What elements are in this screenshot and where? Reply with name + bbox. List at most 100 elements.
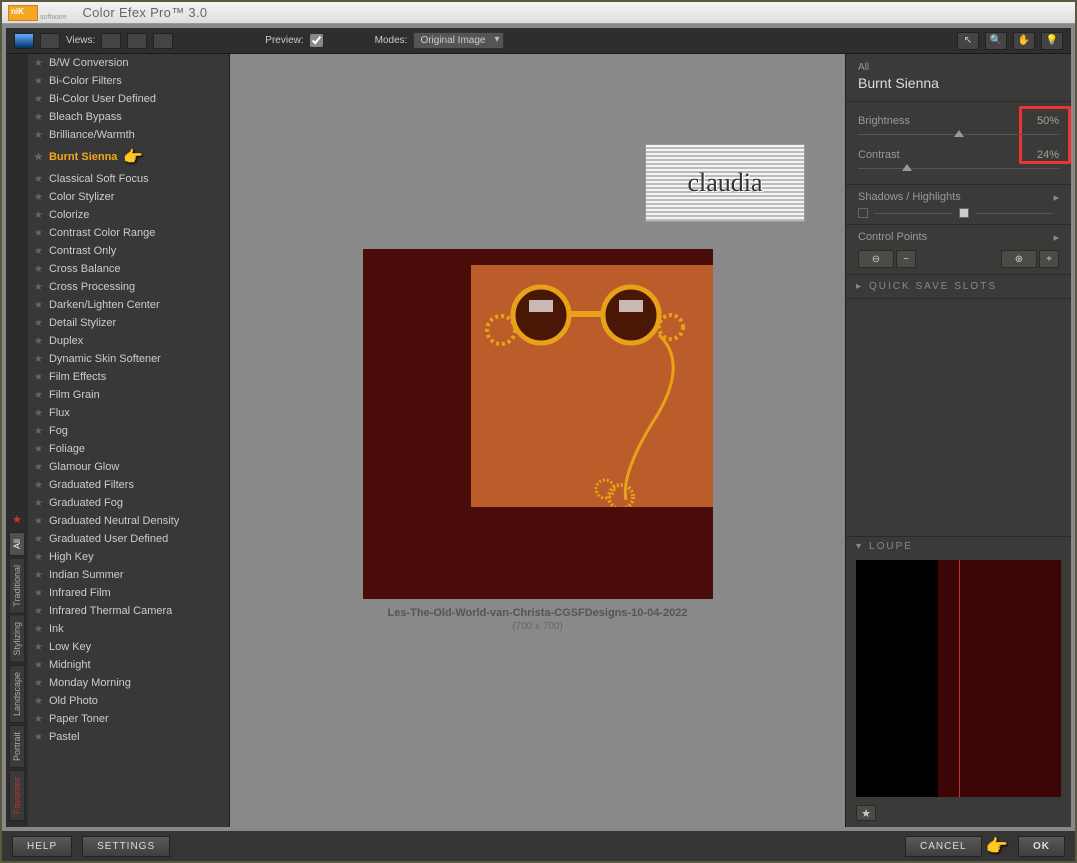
favorite-star-icon[interactable]: ★ (34, 174, 43, 185)
category-tab-portrait[interactable]: Portrait (9, 725, 25, 768)
shadows-checkbox[interactable] (858, 208, 868, 218)
filter-item[interactable]: ★Film Grain (28, 386, 229, 404)
filter-item[interactable]: ★Glamour Glow (28, 458, 229, 476)
shadows-highlights-section[interactable]: Shadows / Highlights▸ (846, 184, 1071, 224)
zoom-tool-icon[interactable]: 🔍 (985, 32, 1007, 50)
filter-item[interactable]: ★Bi-Color User Defined (28, 90, 229, 108)
filter-item[interactable]: ★Classical Soft Focus (28, 170, 229, 188)
favorite-star-icon[interactable]: ★ (34, 192, 43, 203)
favorite-star-icon[interactable]: ★ (34, 588, 43, 599)
favorite-star-icon[interactable]: ★ (34, 408, 43, 419)
favorite-star-icon[interactable]: ★ (34, 246, 43, 257)
favorite-star-icon[interactable]: ★ (34, 516, 43, 527)
favorite-star-icon[interactable]: ★ (34, 534, 43, 545)
favorite-star-icon[interactable]: ★ (34, 76, 43, 87)
favorite-star-icon[interactable]: ★ (34, 354, 43, 365)
favorite-star-icon[interactable]: ★ (34, 660, 43, 671)
filter-item[interactable]: ★Darken/Lighten Center (28, 296, 229, 314)
favorite-star-icon[interactable]: ★ (34, 336, 43, 347)
favorite-star-icon[interactable]: ★ (34, 228, 43, 239)
filter-item[interactable]: ★Bi-Color Filters (28, 72, 229, 90)
filter-item[interactable]: ★Graduated Fog (28, 494, 229, 512)
filter-item[interactable]: ★Pastel (28, 728, 229, 746)
filter-list[interactable]: ★B/W Conversion★Bi-Color Filters★Bi-Colo… (28, 54, 230, 827)
filter-item[interactable]: ★Infrared Thermal Camera (28, 602, 229, 620)
filter-item[interactable]: ★Midnight (28, 656, 229, 674)
favorite-star-icon[interactable]: ★ (34, 642, 43, 653)
favorite-star-icon[interactable]: ★ (34, 390, 43, 401)
cancel-button[interactable]: CANCEL (905, 836, 982, 857)
favorite-star-icon[interactable]: ★ (34, 112, 43, 123)
filter-item[interactable]: ★Duplex (28, 332, 229, 350)
cp-add-pos-button[interactable]: ⊕ (1001, 250, 1037, 268)
favorite-star-icon[interactable]: ★ (34, 282, 43, 293)
ok-button[interactable]: OK (1018, 836, 1065, 857)
filter-item[interactable]: ★Graduated Neutral Density (28, 512, 229, 530)
favorite-star-icon[interactable]: ★ (34, 606, 43, 617)
filter-item[interactable]: ★Detail Stylizer (28, 314, 229, 332)
help-button[interactable]: HELP (12, 836, 72, 857)
filter-item[interactable]: ★B/W Conversion (28, 54, 229, 72)
loupe-view[interactable] (856, 560, 1061, 797)
brightness-slider[interactable] (858, 130, 1059, 140)
favorite-star-icon[interactable]: ★ (34, 264, 43, 275)
settings-button[interactable]: SETTINGS (82, 836, 170, 857)
filter-item[interactable]: ★Graduated User Defined (28, 530, 229, 548)
favorite-star-icon[interactable]: ★ (34, 498, 43, 509)
filter-item[interactable]: ★Old Photo (28, 692, 229, 710)
filter-item[interactable]: ★Monday Morning (28, 674, 229, 692)
filter-item[interactable]: ★Contrast Only (28, 242, 229, 260)
view-mode-single-icon[interactable] (14, 33, 34, 49)
loupe-lock-button[interactable]: ★ (856, 805, 876, 821)
favorite-star-icon[interactable]: ★ (34, 318, 43, 329)
favorite-star-icon[interactable]: ★ (34, 444, 43, 455)
filter-item[interactable]: ★Contrast Color Range (28, 224, 229, 242)
contrast-slider[interactable] (858, 164, 1059, 174)
filter-item[interactable]: ★Graduated Filters (28, 476, 229, 494)
favorite-star-icon[interactable]: ★ (34, 714, 43, 725)
cp-minus-button[interactable]: − (896, 250, 916, 268)
favorite-star-icon[interactable]: ★ (34, 480, 43, 491)
favorite-star-icon[interactable]: ★ (34, 678, 43, 689)
favorite-star-icon[interactable]: ★ (34, 426, 43, 437)
favorite-star-icon[interactable]: ★ (34, 130, 43, 141)
view-mode-split-icon[interactable] (40, 33, 60, 49)
filter-item[interactable]: ★Brilliance/Warmth (28, 126, 229, 144)
filter-item[interactable]: ★Film Effects (28, 368, 229, 386)
modes-select[interactable]: Original Image (413, 32, 504, 49)
favorite-star-icon[interactable]: ★ (34, 58, 43, 69)
favorite-star-icon[interactable]: ★ (34, 624, 43, 635)
filter-item[interactable]: ★Cross Balance (28, 260, 229, 278)
filter-item[interactable]: ★Fog (28, 422, 229, 440)
filter-item[interactable]: ★Burnt Sienna👉 (28, 144, 229, 170)
info-tool-icon[interactable]: 💡 (1041, 32, 1063, 50)
filter-item[interactable]: ★Flux (28, 404, 229, 422)
filter-item[interactable]: ★Cross Processing (28, 278, 229, 296)
favorite-star-icon[interactable]: ★ (34, 152, 43, 163)
quick-save-slots[interactable]: QUICK SAVE SLOTS (846, 274, 1071, 299)
filter-item[interactable]: ★Ink (28, 620, 229, 638)
pointer-tool-icon[interactable]: ↖ (957, 32, 979, 50)
filter-item[interactable]: ★Colorize (28, 206, 229, 224)
favorite-star-icon[interactable]: ★ (34, 570, 43, 581)
favorite-star-icon[interactable]: ★ (34, 372, 43, 383)
favorite-star-icon[interactable]: ★ (34, 462, 43, 473)
category-tab-traditional[interactable]: Traditional (9, 558, 25, 614)
pan-tool-icon[interactable]: ✋ (1013, 32, 1035, 50)
cp-add-neg-button[interactable]: ⊖ (858, 250, 894, 268)
highlights-checkbox[interactable] (959, 208, 969, 218)
category-tab-stylizing[interactable]: Stylizing (9, 615, 25, 663)
filter-item[interactable]: ★Dynamic Skin Softener (28, 350, 229, 368)
favorite-star-icon[interactable]: ★ (34, 94, 43, 105)
category-tab-landscape[interactable]: Landscape (9, 665, 25, 723)
filter-item[interactable]: ★Color Stylizer (28, 188, 229, 206)
filter-item[interactable]: ★High Key (28, 548, 229, 566)
layout-2-icon[interactable] (127, 33, 147, 49)
favorite-star-icon[interactable]: ★ (34, 210, 43, 221)
filter-item[interactable]: ★Paper Toner (28, 710, 229, 728)
loupe-header[interactable]: LOUPE (846, 536, 1071, 556)
filter-item[interactable]: ★Foliage (28, 440, 229, 458)
filter-item[interactable]: ★Bleach Bypass (28, 108, 229, 126)
filter-item[interactable]: ★Infrared Film (28, 584, 229, 602)
filter-item[interactable]: ★Indian Summer (28, 566, 229, 584)
